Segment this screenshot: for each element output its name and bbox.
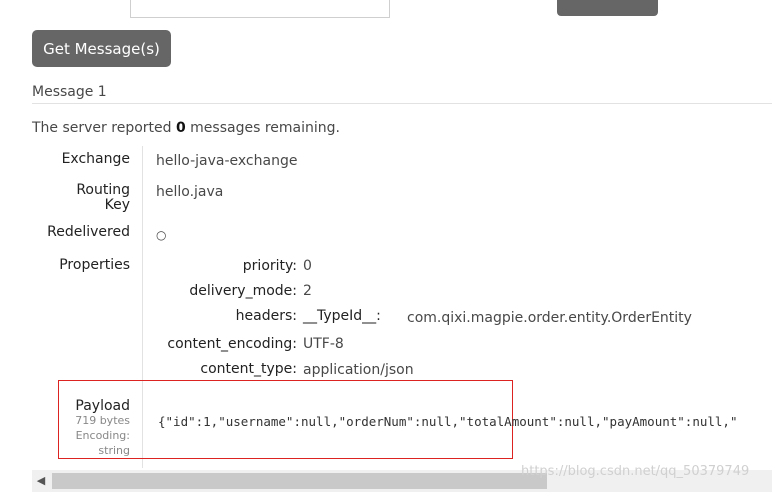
exchange-value: hello-java-exchange <box>156 153 298 169</box>
content-type-value: application/json <box>303 362 414 378</box>
remaining-count: 0 <box>175 120 186 136</box>
routing-key-label-line2: Key <box>104 197 130 213</box>
redelivered-label: Redelivered <box>47 224 130 240</box>
delivery-mode-value: 2 <box>303 283 312 299</box>
scroll-left-icon[interactable]: ◀ <box>32 470 50 492</box>
content-encoding-value: UTF-8 <box>303 336 344 352</box>
scrollbar-thumb[interactable] <box>52 473 547 489</box>
delivery-mode-key: delivery_mode: <box>189 283 297 299</box>
get-messages-button[interactable]: Get Message(s) <box>32 30 171 67</box>
message-title: Message 1 <box>32 84 107 100</box>
messages-remaining-text: The server reported 0 messages remaining… <box>32 120 340 136</box>
routing-key-label-line1: Routing <box>76 182 130 198</box>
remaining-suffix: messages remaining. <box>185 120 340 136</box>
redelivered-icon: ○ <box>156 228 167 242</box>
payload-label: Payload <box>75 398 130 414</box>
header-value: com.qixi.magpie.order.entity.OrderEntity <box>407 310 692 326</box>
filter-box <box>130 0 390 18</box>
content-type-key: content_type: <box>200 361 297 377</box>
content-encoding-key: content_encoding: <box>167 336 297 352</box>
routing-key-value: hello.java <box>156 184 224 200</box>
payload-size: 719 bytes <box>75 414 130 427</box>
headers-key: headers: <box>235 308 297 324</box>
remaining-prefix: The server reported <box>32 120 176 136</box>
divider <box>32 103 772 104</box>
top-nav <box>32 0 772 18</box>
tab-queues[interactable] <box>557 0 658 16</box>
payload-encoding-label: Encoding: <box>75 429 130 442</box>
priority-value: 0 <box>303 258 312 274</box>
priority-key: priority: <box>242 258 297 274</box>
watermark: https://blog.csdn.net/qq_50379749 <box>521 464 750 479</box>
exchange-label: Exchange <box>61 151 130 167</box>
payload-value: {"id":1,"username":null,"orderNum":null,… <box>158 414 738 429</box>
payload-encoding-value: string <box>98 444 130 457</box>
header-name: __TypeId__: <box>303 308 381 324</box>
